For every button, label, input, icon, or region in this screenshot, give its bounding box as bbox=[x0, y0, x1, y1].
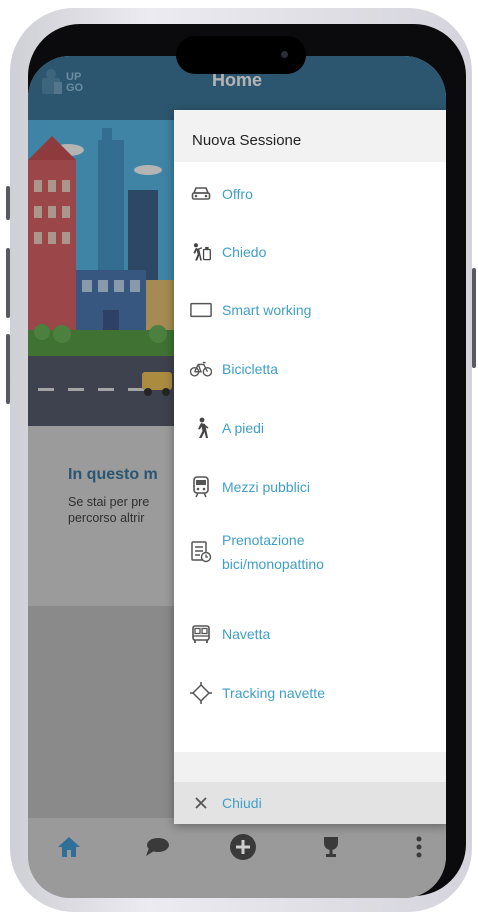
action-button bbox=[6, 186, 10, 220]
menu-item-offro[interactable]: Offro bbox=[174, 172, 446, 216]
menu-item-chiedo[interactable]: Chiedo bbox=[174, 230, 446, 274]
menu-item-label: Navetta bbox=[222, 626, 271, 642]
menu-item-label: Offro bbox=[222, 186, 253, 202]
menu-item-tracking-navette[interactable]: Tracking navette bbox=[174, 671, 446, 715]
close-label: Chiudi bbox=[222, 795, 262, 811]
trophy-icon[interactable] bbox=[316, 832, 346, 862]
home-icon[interactable] bbox=[54, 832, 84, 862]
walking-icon bbox=[190, 417, 212, 439]
booking-icon bbox=[190, 541, 212, 563]
close-icon bbox=[190, 792, 212, 814]
menu-spacer bbox=[174, 752, 446, 782]
menu-item-label-line2: bici/monopattino bbox=[222, 556, 324, 572]
bicycle-icon bbox=[190, 358, 212, 380]
tracking-icon bbox=[190, 682, 212, 704]
dynamic-island bbox=[176, 36, 306, 74]
hitchhike-icon bbox=[190, 241, 212, 263]
menu-item-bicicletta[interactable]: Bicicletta bbox=[174, 347, 446, 391]
add-icon[interactable] bbox=[228, 832, 258, 862]
bottom-navigation bbox=[28, 818, 446, 898]
more-vertical-icon[interactable] bbox=[404, 832, 434, 862]
menu-item-a-piedi[interactable]: A piedi bbox=[174, 406, 446, 450]
menu-item-label: Bicicletta bbox=[222, 361, 279, 377]
car-icon bbox=[190, 183, 212, 205]
new-session-menu: Nuova Sessione Offro Chiedo Smart workin… bbox=[174, 110, 446, 824]
bus-icon bbox=[190, 623, 212, 645]
menu-header: Nuova Sessione bbox=[174, 110, 446, 162]
menu-item-label: Chiedo bbox=[222, 244, 267, 260]
menu-item-label: Mezzi pubblici bbox=[222, 479, 310, 495]
chat-icon[interactable] bbox=[142, 832, 172, 862]
close-button[interactable]: Chiudi bbox=[174, 782, 446, 824]
menu-item-label: Smart working bbox=[222, 302, 312, 318]
menu-item-navetta[interactable]: Navetta bbox=[174, 612, 446, 656]
menu-item-label: A piedi bbox=[222, 420, 265, 436]
app-screen: UP GO Home In questo m Se stai per pre p… bbox=[28, 56, 446, 898]
menu-item-prenotazione[interactable]: Prenotazione bici/monopattino bbox=[174, 522, 446, 582]
menu-item-smart-working[interactable]: Smart working bbox=[174, 288, 446, 332]
menu-item-label-line1: Prenotazione bbox=[222, 532, 305, 548]
menu-item-mezzi-pubblici[interactable]: Mezzi pubblici bbox=[174, 465, 446, 509]
menu-item-label: Tracking navette bbox=[222, 685, 325, 701]
laptop-icon bbox=[190, 299, 212, 321]
train-icon bbox=[190, 476, 212, 498]
volume-down-button bbox=[6, 334, 10, 404]
volume-up-button bbox=[6, 248, 10, 318]
power-button bbox=[472, 268, 476, 368]
